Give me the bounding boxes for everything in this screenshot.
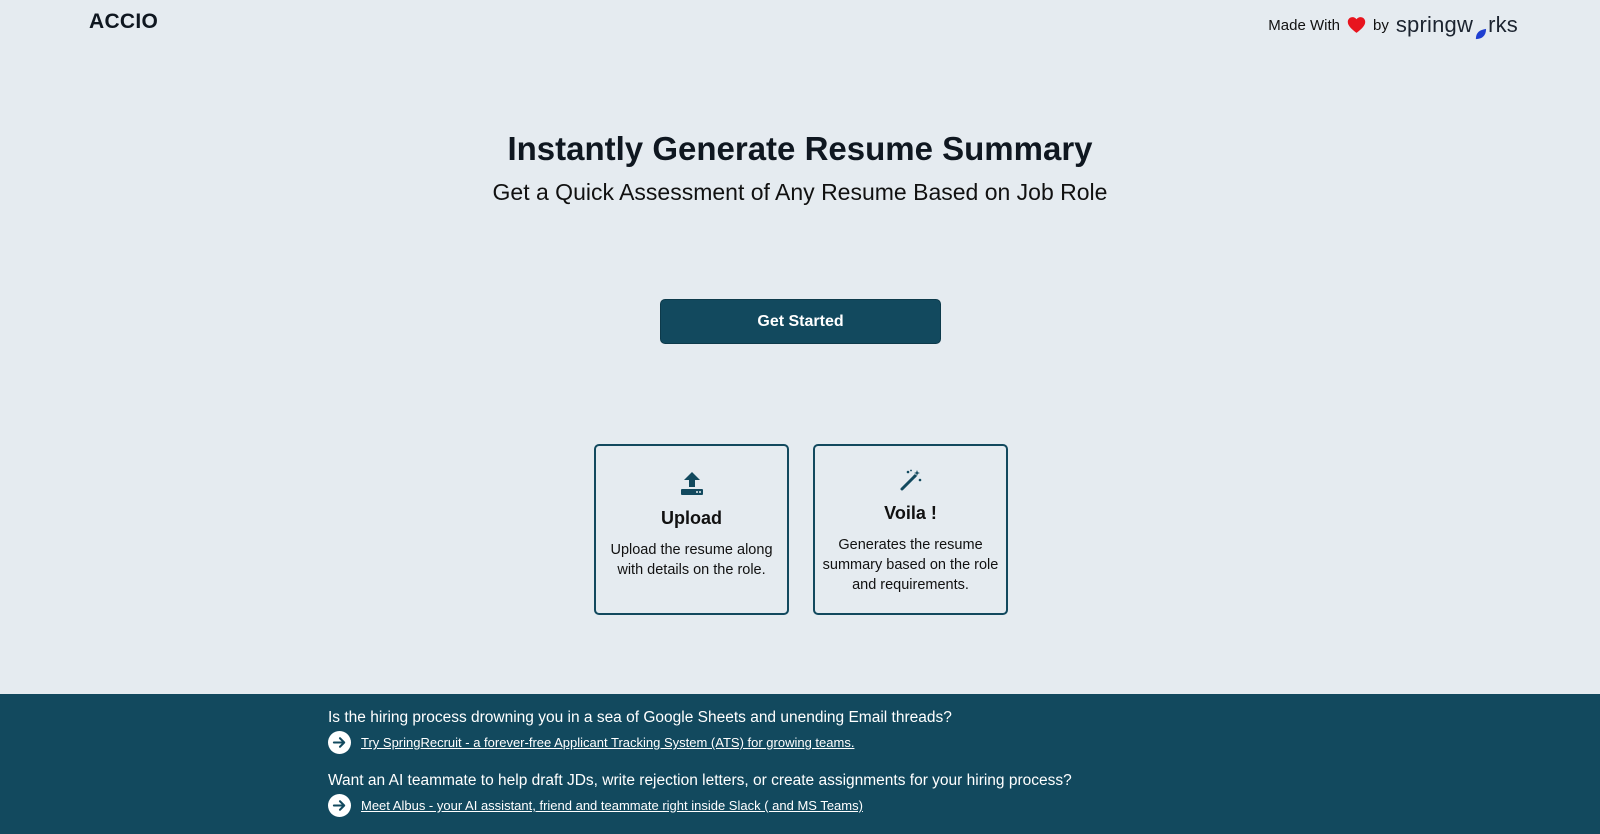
logo[interactable]: ACCIO xyxy=(89,10,158,34)
upload-step-description: Upload the resume along with details on … xyxy=(610,542,773,578)
promo-footer: Is the hiring process drowning you in a … xyxy=(0,694,1600,834)
leaf-icon xyxy=(1474,21,1487,39)
by-label: by xyxy=(1373,16,1389,34)
brand-prefix: springw xyxy=(1395,12,1474,37)
voila-step-card: Voila ! Generates the resume summary bas… xyxy=(813,444,1008,615)
footer-link-row-2[interactable]: Meet Albus - your AI assistant, friend a… xyxy=(328,794,863,817)
magic-wand-icon xyxy=(815,468,1006,492)
arrow-right-icon[interactable] xyxy=(328,731,351,754)
brand-suffix: rks xyxy=(1488,12,1518,37)
footer-question-1: Is the hiring process drowning you in a … xyxy=(328,709,952,726)
footer-link-row-1[interactable]: Try SpringRecruit - a forever-free Appli… xyxy=(328,731,854,754)
voila-step-title: Voila ! xyxy=(884,503,937,523)
footer-question-2: Want an AI teammate to help draft JDs, w… xyxy=(328,772,1072,789)
made-with-label: Made With xyxy=(1268,16,1340,34)
springworks-logo[interactable]: springw rks xyxy=(1395,12,1518,39)
top-bar: ACCIO Made With by springw rks xyxy=(0,0,1600,48)
made-with-credit[interactable]: Made With by springw rks xyxy=(1268,12,1518,39)
heart-icon xyxy=(1347,16,1366,34)
page-subtitle: Get a Quick Assessment of Any Resume Bas… xyxy=(492,179,1108,205)
upload-icon xyxy=(596,470,787,496)
springrecruit-link[interactable]: Try SpringRecruit - a forever-free Appli… xyxy=(361,735,854,750)
page-title: Instantly Generate Resume Summary xyxy=(507,130,1093,167)
albus-link[interactable]: Meet Albus - your AI assistant, friend a… xyxy=(361,798,863,813)
upload-step-card: Upload Upload the resume along with deta… xyxy=(594,444,789,615)
arrow-right-icon[interactable] xyxy=(328,794,351,817)
voila-step-description: Generates the resume summary based on th… xyxy=(822,537,999,593)
get-started-button[interactable]: Get Started xyxy=(660,299,941,344)
upload-step-title: Upload xyxy=(661,508,722,528)
